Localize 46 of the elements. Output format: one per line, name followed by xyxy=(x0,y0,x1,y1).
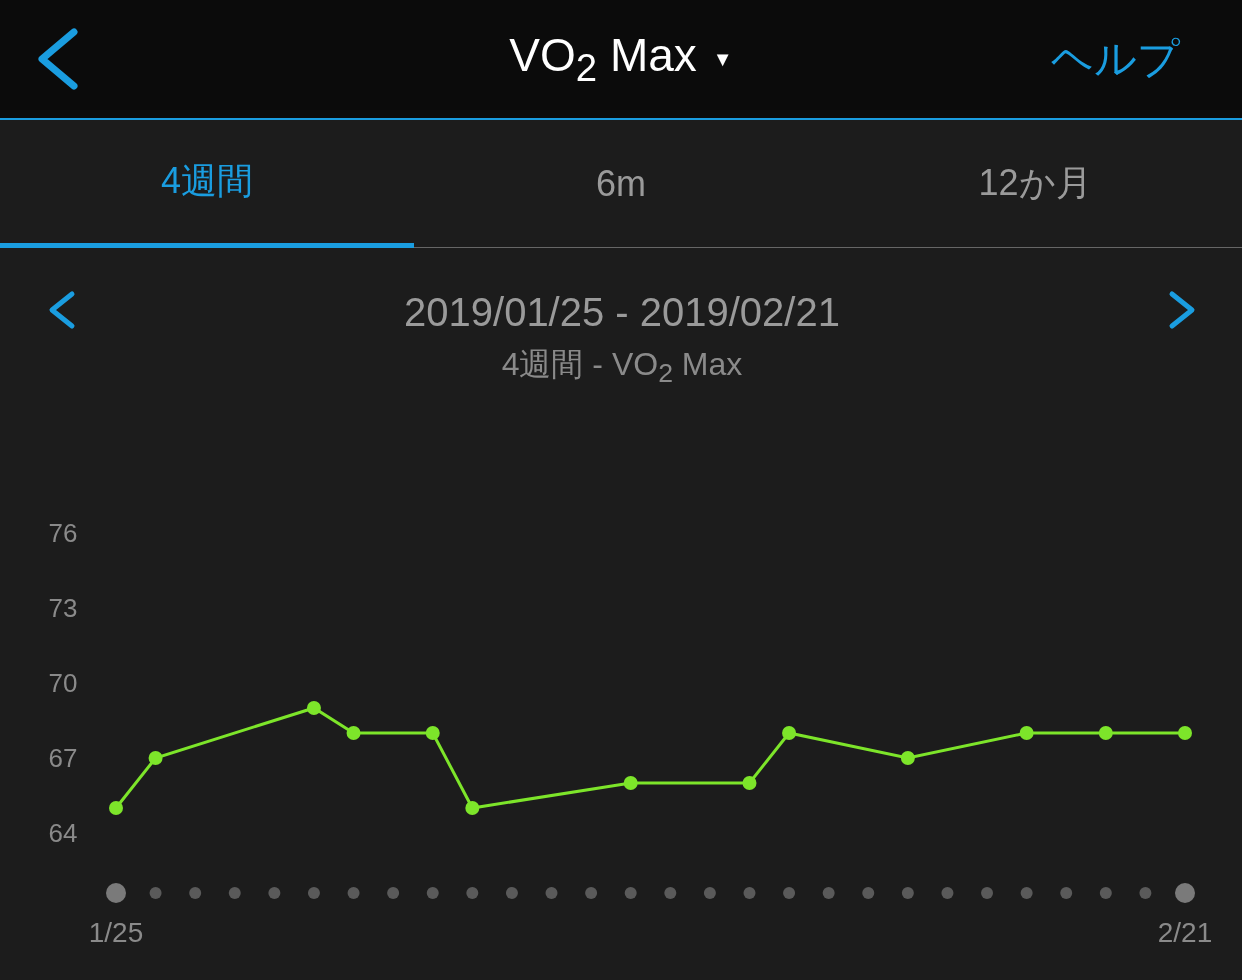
day-marker xyxy=(783,887,796,899)
date-range: 2019/01/25 - 2019/02/21 xyxy=(404,290,840,335)
previous-icon[interactable] xyxy=(48,290,76,330)
chart-subtitle: 4週間 - VO$_{2}$ Max xyxy=(501,345,743,390)
screen-title[interactable]: VO$_{2}$ Max xyxy=(509,27,697,91)
x-axis-label: 1/25 xyxy=(88,917,144,948)
day-marker xyxy=(1139,887,1152,899)
day-marker xyxy=(149,887,162,899)
day-marker xyxy=(862,887,875,899)
day-marker xyxy=(901,887,914,899)
day-marker xyxy=(505,887,518,899)
day-marker xyxy=(1020,887,1033,899)
day-marker xyxy=(981,887,994,899)
period-tab[interactable]: 4週間 xyxy=(0,120,414,248)
day-marker xyxy=(703,887,716,899)
day-marker xyxy=(941,887,954,899)
day-marker xyxy=(545,887,558,899)
y-axis-label: 70 xyxy=(48,668,78,698)
next-icon[interactable] xyxy=(1168,290,1196,330)
y-axis-label: 73 xyxy=(48,593,78,623)
period-tab[interactable]: 12か月 xyxy=(828,120,1242,248)
day-marker xyxy=(268,887,281,899)
day-marker xyxy=(743,887,756,899)
x-axis-label: 2/21 xyxy=(1157,917,1213,948)
day-marker xyxy=(189,887,202,899)
day-marker xyxy=(307,887,320,899)
day-marker xyxy=(228,887,241,899)
day-marker xyxy=(1060,887,1073,899)
period-tab[interactable]: 6m xyxy=(414,120,828,248)
help-link[interactable]: ヘルプ xyxy=(1051,31,1180,87)
day-marker xyxy=(822,887,835,899)
day-marker xyxy=(426,887,439,899)
y-axis-label: 76 xyxy=(48,518,78,548)
back-icon[interactable] xyxy=(38,28,78,90)
day-marker xyxy=(466,887,479,899)
day-marker xyxy=(1099,887,1112,899)
day-marker xyxy=(624,887,637,899)
day-marker xyxy=(347,887,360,899)
y-axis-label: 64 xyxy=(48,818,78,848)
day-marker xyxy=(1175,883,1195,903)
day-marker xyxy=(106,883,126,903)
dropdown-caret[interactable]: ▼ xyxy=(712,47,733,71)
day-marker xyxy=(585,887,598,899)
y-axis-label: 67 xyxy=(48,743,78,773)
day-marker xyxy=(664,887,677,899)
day-marker xyxy=(387,887,400,899)
